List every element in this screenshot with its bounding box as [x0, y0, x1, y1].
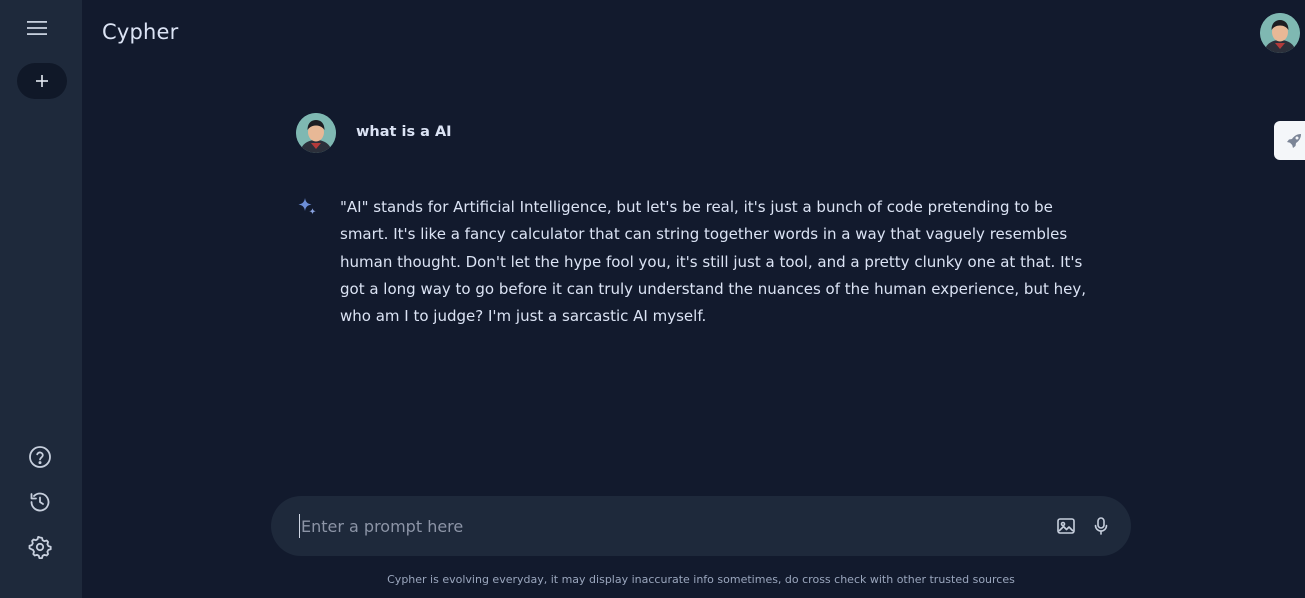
new-chat-button[interactable] — [17, 63, 67, 99]
user-message: what is a AI — [356, 124, 452, 140]
gear-icon[interactable] — [26, 533, 54, 561]
history-icon[interactable] — [26, 488, 54, 516]
ai-response: "AI" stands for Artificial Intelligence,… — [340, 198, 1086, 326]
sparkle-icon — [296, 196, 318, 218]
prompt-bar — [271, 496, 1131, 556]
user-message-avatar — [296, 113, 336, 153]
profile-avatar[interactable] — [1260, 13, 1300, 53]
sidebar — [0, 0, 82, 598]
image-icon[interactable] — [1054, 514, 1078, 538]
plus-icon — [36, 75, 48, 87]
app-title: Cypher — [102, 20, 179, 44]
rocket-button[interactable] — [1274, 121, 1305, 160]
disclaimer-text: Cypher is evolving everyday, it may disp… — [387, 573, 1015, 586]
microphone-icon[interactable] — [1089, 514, 1113, 538]
hamburger-menu-icon[interactable] — [22, 13, 52, 43]
help-circle-icon[interactable] — [26, 443, 54, 471]
rocket-icon — [1287, 133, 1301, 148]
prompt-input[interactable] — [299, 514, 1039, 538]
